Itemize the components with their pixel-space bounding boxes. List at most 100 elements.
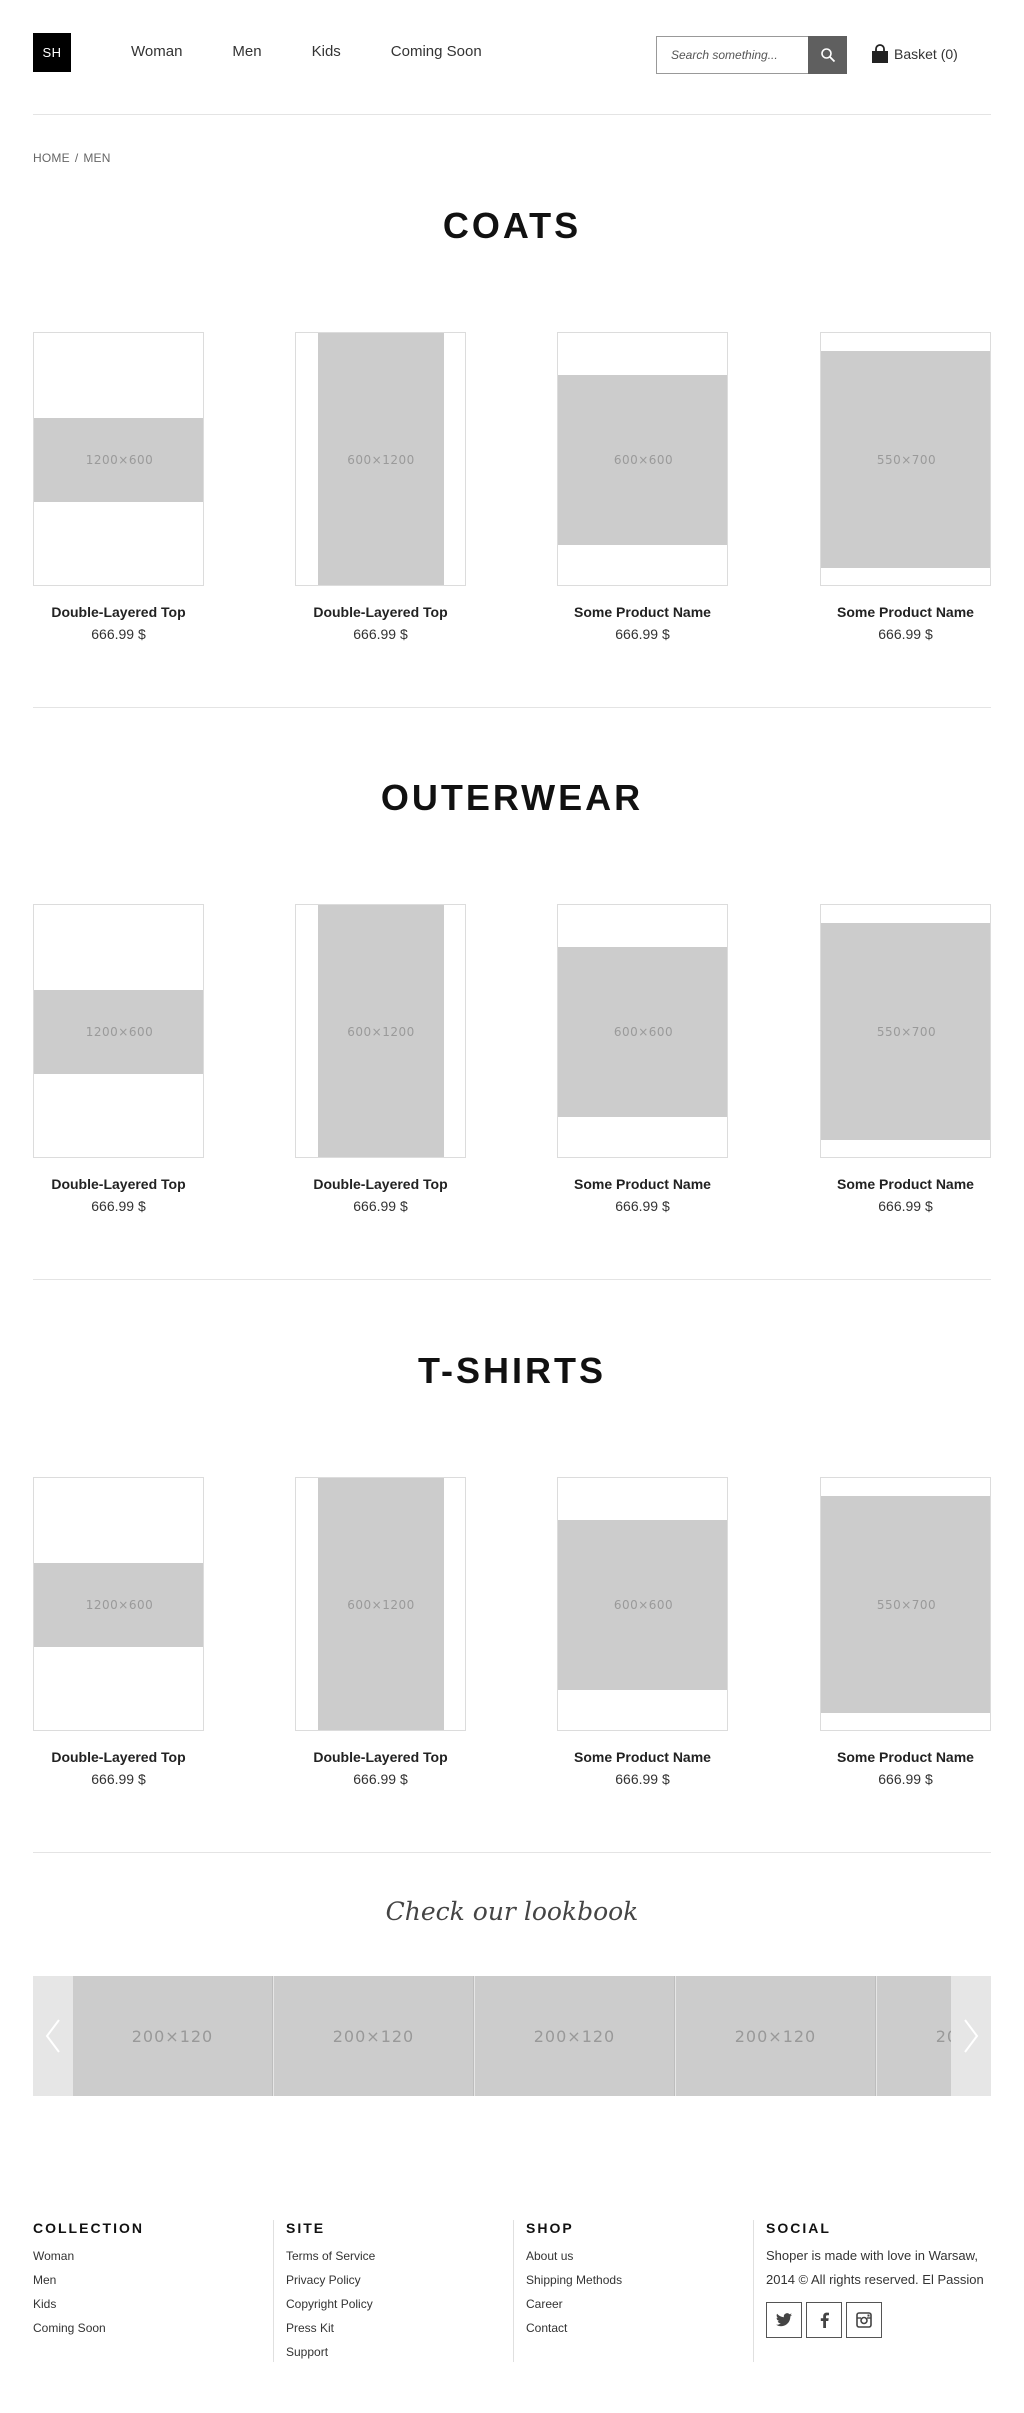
product-image-placeholder: 600×600 [558,375,727,545]
product-name[interactable]: Double-Layered Top [33,1176,204,1192]
product-image-frame[interactable]: 600×600 [557,332,728,586]
footer-link[interactable]: Kids [33,2292,273,2316]
footer-link[interactable]: Woman [33,2244,273,2268]
product-card[interactable]: 550×700 Some Product Name 666.99 $ [820,904,991,1214]
product-name[interactable]: Double-Layered Top [295,1749,466,1765]
product-image-placeholder: 550×700 [821,351,990,568]
product-price: 666.99 $ [615,1771,670,1787]
product-card[interactable]: 550×700 Some Product Name 666.99 $ [820,1477,991,1787]
product-card[interactable]: 600×600 Some Product Name 666.99 $ [557,1477,728,1787]
carousel-prev-button[interactable] [33,1976,73,2096]
footer-link[interactable]: Terms of Service [286,2244,513,2268]
breadcrumb-home[interactable]: HOME [33,151,70,165]
product-grid: 1200×600 Double-Layered Top 666.99 $ 600×12… [33,332,991,662]
product-image-frame[interactable]: 1200×600 [33,904,204,1158]
site-footer: COLLECTION Woman Men Kids Coming Soon SI… [33,2220,991,2370]
product-card[interactable]: 1200×600 Double-Layered Top 666.99 $ [33,1477,204,1787]
twitter-button[interactable] [766,2302,802,2338]
site-logo[interactable]: SH [33,33,71,72]
section-divider [33,1279,991,1280]
footer-link[interactable]: Support [286,2340,513,2364]
breadcrumb: HOME / MEN [33,151,111,165]
product-price: 666.99 $ [615,626,670,642]
product-name[interactable]: Some Product Name [557,1176,728,1192]
product-name[interactable]: Some Product Name [557,604,728,620]
lookbook-slide[interactable]: 200×120 [676,1976,876,2096]
lookbook-slide[interactable]: 200×120 [274,1976,474,2096]
product-price: 666.99 $ [91,626,146,642]
footer-heading-collection: COLLECTION [33,2220,144,2236]
product-name[interactable]: Double-Layered Top [33,604,204,620]
product-image-frame[interactable]: 600×1200 [295,332,466,586]
search-box [656,36,847,74]
footer-link[interactable]: Privacy Policy [286,2268,513,2292]
nav-item-coming-soon[interactable]: Coming Soon [391,43,482,60]
product-image-placeholder: 1200×600 [34,1563,203,1647]
footer-link[interactable]: Contact [526,2316,753,2340]
section-title: OUTERWEAR [380,777,644,818]
product-card[interactable]: 600×600 Some Product Name 666.99 $ [557,904,728,1214]
lookbook-slide[interactable]: 200×120 [877,1976,951,2096]
footer-link[interactable]: Career [526,2292,753,2316]
product-name[interactable]: Double-Layered Top [33,1749,204,1765]
footer-link[interactable]: Shipping Methods [526,2268,753,2292]
product-image-frame[interactable]: 1200×600 [33,1477,204,1731]
product-image-frame[interactable]: 600×600 [557,1477,728,1731]
product-image-frame[interactable]: 600×1200 [295,1477,466,1731]
footer-link[interactable]: Copyright Policy [286,2292,513,2316]
lookbook-slide[interactable]: 200×120 [73,1976,273,2096]
main-nav: Woman Men Kids Coming Soon [131,43,532,60]
basket-label: Basket (0) [894,46,958,62]
product-card[interactable]: 1200×600 Double-Layered Top 666.99 $ [33,332,204,642]
basket-link[interactable]: Basket (0) [870,44,958,64]
twitter-icon [776,2313,792,2327]
facebook-icon [820,2312,829,2328]
product-image-placeholder: 1200×600 [34,418,203,502]
instagram-button[interactable] [846,2302,882,2338]
product-name[interactable]: Some Product Name [820,604,991,620]
facebook-button[interactable] [806,2302,842,2338]
product-image-placeholder: 1200×600 [34,990,203,1074]
product-name[interactable]: Double-Layered Top [295,1176,466,1192]
product-card[interactable]: 1200×600 Double-Layered Top 666.99 $ [33,904,204,1214]
product-price: 666.99 $ [878,1771,933,1787]
nav-item-kids[interactable]: Kids [312,43,341,60]
product-image-placeholder: 550×700 [821,1496,990,1713]
product-price: 666.99 $ [91,1771,146,1787]
footer-link[interactable]: Men [33,2268,273,2292]
product-name[interactable]: Some Product Name [820,1176,991,1192]
product-card[interactable]: 600×600 Some Product Name 666.99 $ [557,332,728,642]
product-image-frame[interactable]: 550×700 [820,332,991,586]
carousel-next-button[interactable] [951,1976,991,2096]
footer-link[interactable]: Press Kit [286,2316,513,2340]
nav-item-men[interactable]: Men [232,43,261,60]
product-card[interactable]: 600×1200 Double-Layered Top 666.99 $ [295,1477,466,1787]
product-image-frame[interactable]: 550×700 [820,1477,991,1731]
search-icon [820,48,835,63]
footer-col-site: SITE Terms of Service Privacy Policy Cop… [273,2220,513,2362]
footer-link[interactable]: Coming Soon [33,2316,273,2340]
product-name[interactable]: Some Product Name [820,1749,991,1765]
lookbook-slide[interactable]: 200×120 [475,1976,675,2096]
header-divider [33,114,991,115]
product-card[interactable]: 550×700 Some Product Name 666.99 $ [820,332,991,642]
product-image-frame[interactable]: 600×600 [557,904,728,1158]
search-button[interactable] [808,36,847,74]
product-grid: 1200×600 Double-Layered Top 666.99 $ 600×12… [33,1477,991,1807]
product-image-placeholder: 550×700 [821,923,990,1140]
product-name[interactable]: Double-Layered Top [295,604,466,620]
product-card[interactable]: 600×1200 Double-Layered Top 666.99 $ [295,332,466,642]
product-image-frame[interactable]: 1200×600 [33,332,204,586]
footer-link[interactable]: About us [526,2244,753,2268]
product-image-placeholder: 600×1200 [318,905,444,1157]
footer-heading-shop: SHOP [526,2220,574,2236]
product-image-frame[interactable]: 550×700 [820,904,991,1158]
nav-item-woman[interactable]: Woman [131,43,182,60]
product-name[interactable]: Some Product Name [557,1749,728,1765]
breadcrumb-men[interactable]: MEN [83,151,110,165]
product-image-frame[interactable]: 600×1200 [295,904,466,1158]
product-card[interactable]: 600×1200 Double-Layered Top 666.99 $ [295,904,466,1214]
product-price: 666.99 $ [615,1198,670,1214]
search-input[interactable] [657,37,808,73]
carousel-track: 200×120 200×120 200×120 200×120 200×120 [73,1976,951,2096]
